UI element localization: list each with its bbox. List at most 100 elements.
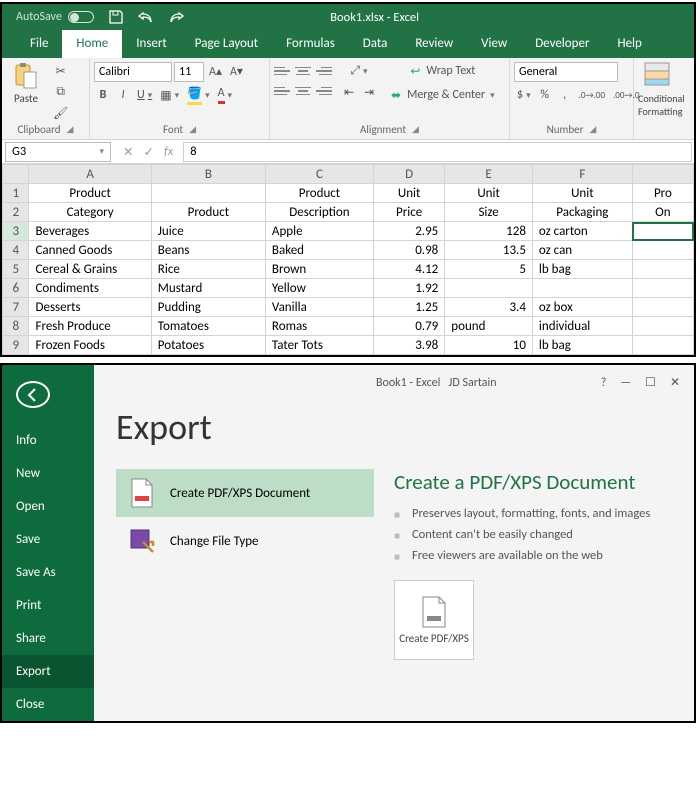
- paste-button[interactable]: Paste: [6, 62, 46, 105]
- row-header[interactable]: 1: [3, 184, 29, 203]
- table-row[interactable]: 9Frozen FoodsPotatoesTater Tots3.9810lb …: [3, 336, 694, 355]
- font-name-input[interactable]: [94, 62, 172, 82]
- option-change-file-type[interactable]: Change File Type: [116, 517, 374, 565]
- cell[interactable]: 3.98: [373, 336, 444, 355]
- cell[interactable]: Category: [29, 203, 151, 222]
- fx-icon[interactable]: fx: [164, 144, 173, 159]
- cell[interactable]: pound: [445, 317, 533, 336]
- cell[interactable]: [532, 279, 632, 298]
- dialog-launcher-icon[interactable]: ◢: [589, 124, 596, 135]
- cell[interactable]: Unit: [532, 184, 632, 203]
- backstage-item-save-as[interactable]: Save As: [2, 556, 94, 589]
- row-header[interactable]: 6: [3, 279, 29, 298]
- number-format-select[interactable]: [514, 62, 618, 82]
- fill-color-button[interactable]: 🪣: [184, 86, 212, 104]
- cell[interactable]: 1.25: [373, 298, 444, 317]
- dialog-launcher-icon[interactable]: ◢: [189, 124, 196, 135]
- cell[interactable]: On: [632, 203, 693, 222]
- cell[interactable]: 2.95: [373, 222, 444, 241]
- cell[interactable]: Tater Tots: [265, 336, 373, 355]
- row-header[interactable]: 5: [3, 260, 29, 279]
- cell[interactable]: Size: [445, 203, 533, 222]
- orientation-button[interactable]: ⤢: [340, 62, 378, 80]
- cell[interactable]: 5: [445, 260, 533, 279]
- cell[interactable]: Pro: [632, 184, 693, 203]
- row-header[interactable]: 2: [3, 203, 29, 222]
- cell[interactable]: Brown: [265, 260, 373, 279]
- column-header[interactable]: E: [445, 165, 533, 184]
- increase-decimal-icon[interactable]: .0→.00: [576, 86, 608, 104]
- tab-developer[interactable]: Developer: [521, 30, 603, 58]
- backstage-item-open[interactable]: Open: [2, 490, 94, 523]
- wrap-text-button[interactable]: ↩ Wrap Text: [386, 62, 500, 80]
- cell[interactable]: Apple: [265, 222, 373, 241]
- table-row[interactable]: 6CondimentsMustardYellow1.92: [3, 279, 694, 298]
- cell[interactable]: [632, 279, 693, 298]
- cell[interactable]: individual: [532, 317, 632, 336]
- borders-button[interactable]: ▦: [157, 86, 182, 104]
- dialog-launcher-icon[interactable]: ◢: [412, 124, 419, 135]
- cell[interactable]: Canned Goods: [29, 241, 151, 260]
- cancel-formula-icon[interactable]: ✕: [123, 144, 133, 160]
- cell[interactable]: 4.12: [373, 260, 444, 279]
- increase-font-icon[interactable]: A▴: [206, 62, 225, 80]
- cell[interactable]: Product: [151, 203, 265, 222]
- cell[interactable]: [632, 336, 693, 355]
- cell[interactable]: Price: [373, 203, 444, 222]
- cell[interactable]: lb bag: [532, 336, 632, 355]
- row-header[interactable]: 3: [3, 222, 29, 241]
- backstage-item-close[interactable]: Close: [2, 688, 94, 721]
- table-row[interactable]: 1ProductProductUnitUnitUnitPro: [3, 184, 694, 203]
- cell[interactable]: Rice: [151, 260, 265, 279]
- row-header[interactable]: 8: [3, 317, 29, 336]
- cell[interactable]: Condiments: [29, 279, 151, 298]
- cell[interactable]: Pudding: [151, 298, 265, 317]
- column-header[interactable]: B: [151, 165, 265, 184]
- backstage-item-save[interactable]: Save: [2, 523, 94, 556]
- tab-insert[interactable]: Insert: [122, 30, 181, 58]
- backstage-item-export[interactable]: Export: [2, 655, 94, 688]
- cell[interactable]: [632, 298, 693, 317]
- italic-button[interactable]: I: [114, 86, 132, 104]
- cell[interactable]: 3.4: [445, 298, 533, 317]
- increase-indent-icon[interactable]: ⇥: [360, 83, 378, 101]
- column-header[interactable]: [632, 165, 693, 184]
- save-icon[interactable]: [108, 9, 124, 25]
- cell[interactable]: Juice: [151, 222, 265, 241]
- redo-icon[interactable]: [168, 9, 184, 25]
- decrease-font-icon[interactable]: A▾: [227, 62, 246, 80]
- autosave-toggle[interactable]: AutoSave: [2, 10, 94, 24]
- tab-data[interactable]: Data: [349, 30, 402, 58]
- worksheet-grid[interactable]: ABCDEF 1ProductProductUnitUnitUnitPro2Ca…: [2, 164, 694, 355]
- cell[interactable]: Product: [29, 184, 151, 203]
- cell[interactable]: [632, 241, 693, 260]
- back-button[interactable]: [16, 381, 50, 408]
- column-header[interactable]: D: [373, 165, 444, 184]
- backstage-item-print[interactable]: Print: [2, 589, 94, 622]
- select-all-corner[interactable]: [3, 165, 29, 184]
- row-header[interactable]: 9: [3, 336, 29, 355]
- cell[interactable]: Description: [265, 203, 373, 222]
- tab-formulas[interactable]: Formulas: [272, 30, 349, 58]
- accounting-format-button[interactable]: $: [514, 86, 534, 104]
- comma-style-button[interactable]: ,: [556, 86, 574, 104]
- backstage-item-new[interactable]: New: [2, 457, 94, 490]
- tab-page-layout[interactable]: Page Layout: [181, 30, 272, 58]
- cell[interactable]: Baked: [265, 241, 373, 260]
- cell[interactable]: Beverages: [29, 222, 151, 241]
- backstage-item-info[interactable]: Info: [2, 424, 94, 457]
- format-painter-icon[interactable]: 🖌: [50, 104, 71, 122]
- tab-home[interactable]: Home: [62, 30, 122, 58]
- column-header[interactable]: A: [29, 165, 151, 184]
- maximize-icon[interactable]: ☐: [645, 375, 656, 390]
- cell[interactable]: Tomatoes: [151, 317, 265, 336]
- cell[interactable]: Romas: [265, 317, 373, 336]
- cell[interactable]: Mustard: [151, 279, 265, 298]
- cell[interactable]: 128: [445, 222, 533, 241]
- alignment-grid[interactable]: [274, 62, 332, 100]
- cell[interactable]: 1.92: [373, 279, 444, 298]
- copy-icon[interactable]: ⧉: [50, 83, 71, 101]
- table-row[interactable]: 5Cereal & GrainsRiceBrown4.125lb bag: [3, 260, 694, 279]
- table-row[interactable]: 4Canned GoodsBeansBaked0.9813.5oz can: [3, 241, 694, 260]
- cell[interactable]: Packaging: [532, 203, 632, 222]
